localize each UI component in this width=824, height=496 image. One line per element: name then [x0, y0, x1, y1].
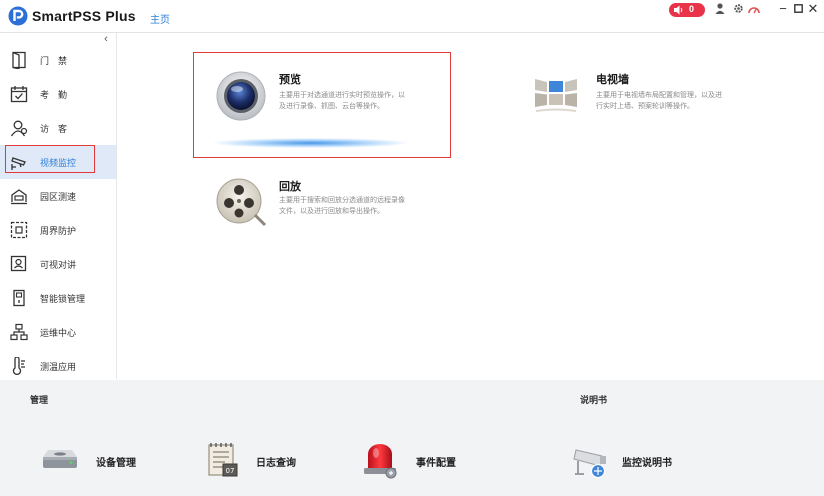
- sidebar-item-label: 访 客: [40, 124, 68, 134]
- visitor-icon: [10, 120, 28, 137]
- calendar-check-icon: [10, 86, 28, 103]
- sidebar-item-ops-center[interactable]: 运维中心: [0, 315, 116, 349]
- minimize-button[interactable]: −: [776, 1, 790, 17]
- sidebar-item-temperature[interactable]: 测温应用: [0, 349, 116, 383]
- smartpss-window: SmartPSS Plus 主页 0 − ✕ ‹ 门 禁 考 勤 访 客 视频监…: [0, 0, 824, 496]
- network-topology-icon: [10, 323, 28, 341]
- bottom-panel: 管理 说明书 设备管理 07 日志查询 事件配置 监控说明书: [0, 380, 824, 496]
- monitoring-manual-button[interactable]: 监控说明书: [572, 440, 702, 480]
- preview-card[interactable]: 预览 主要用于对选通道进行实时预览操作，以 及进行录像、抓图、云台等操作。: [210, 62, 445, 142]
- card-description-line2: 及进行录像、抓图、云台等操作。: [279, 103, 384, 110]
- sidebar-item-label: 门 禁: [40, 56, 68, 66]
- card-title: 预览: [279, 74, 301, 86]
- smartpss-logo-icon: [8, 6, 28, 26]
- manage-section-title: 管理: [30, 395, 49, 405]
- card-title: 电视墙: [596, 74, 629, 86]
- card-description-line1: 主要用于搜索和回放分选通道的远程录像: [279, 197, 405, 204]
- sidebar-highlight-frame: [5, 145, 95, 173]
- tv-wall-icon: [535, 79, 577, 112]
- card-description-line2: 行实时上墙、预案轮训等操作。: [596, 103, 694, 110]
- sidebar-item-label: 测温应用: [40, 362, 77, 372]
- sidebar-item-label: 智能锁管理: [40, 294, 86, 304]
- card-title: 回放: [279, 181, 301, 193]
- user-icon[interactable]: [713, 2, 727, 18]
- door-icon: [12, 51, 26, 69]
- title-bar: SmartPSS Plus 主页 0 − ✕: [0, 0, 824, 33]
- sidebar-item-attendance[interactable]: 考 勤: [0, 77, 116, 111]
- preview-lens-icon: [216, 71, 266, 121]
- device-management-button[interactable]: 设备管理: [40, 440, 150, 480]
- sidebar-item-label: 周界防护: [40, 226, 77, 236]
- playback-card[interactable]: 回放 主要用于搜索和回放分选通道的远程录像 文件，以及进行回放和导出操作。: [210, 170, 445, 230]
- sidebar-item-perimeter[interactable]: 周界防护: [0, 213, 116, 247]
- sidebar: ‹ 门 禁 考 勤 访 客 视频监控 园区测速 周界防护 可视对讲 智能锁管理 …: [0, 33, 117, 379]
- tv-wall-card[interactable]: 电视墙 主要用于电视墙布局配置和管理，以及进 行实时上墙、预案轮训等操作。: [530, 62, 755, 142]
- tool-label: 日志查询: [256, 458, 296, 469]
- smart-lock-icon: [13, 289, 25, 307]
- sidebar-item-label: 园区测速: [40, 192, 77, 202]
- perimeter-fence-icon: [10, 221, 28, 239]
- sidebar-item-visitor[interactable]: 访 客: [0, 111, 116, 145]
- film-reel-icon: [216, 178, 267, 227]
- log-document-icon: 07: [208, 443, 238, 477]
- tool-label: 事件配置: [416, 458, 456, 469]
- gear-icon[interactable]: [731, 2, 745, 18]
- tool-label: 设备管理: [96, 458, 136, 469]
- card-description-line1: 主要用于对选通道进行实时预览操作，以: [279, 92, 405, 99]
- svg-text:07: 07: [226, 467, 235, 475]
- sidebar-item-video-intercom[interactable]: 可视对讲: [0, 247, 116, 281]
- sidebar-item-label: 考 勤: [40, 90, 68, 100]
- log-query-button[interactable]: 07 日志查询: [205, 440, 315, 480]
- close-button[interactable]: ✕: [806, 1, 820, 17]
- app-title: SmartPSS Plus: [32, 8, 136, 24]
- sidebar-item-smart-lock[interactable]: 智能锁管理: [0, 281, 116, 315]
- manual-section-title: 说明书: [580, 395, 608, 405]
- thermometer-icon: [12, 357, 25, 375]
- sidebar-item-access-control[interactable]: 门 禁: [0, 43, 116, 77]
- tab-home[interactable]: 主页: [150, 11, 170, 26]
- sidebar-item-label: 可视对讲: [40, 260, 77, 270]
- speed-camera-icon: [11, 189, 27, 205]
- alarm-counter-button[interactable]: 0: [669, 3, 705, 17]
- device-box-icon: [43, 450, 77, 468]
- sidebar-item-label: 运维中心: [40, 328, 77, 338]
- sidebar-item-park-speed[interactable]: 园区测速: [0, 179, 116, 213]
- card-description-line1: 主要用于电视墙布局配置和管理，以及进: [596, 92, 722, 99]
- maximize-button[interactable]: [791, 1, 805, 17]
- alarm-count: 0: [689, 4, 695, 14]
- card-description-line2: 文件，以及进行回放和导出操作。: [279, 208, 384, 215]
- tool-label: 监控说明书: [622, 458, 672, 469]
- intercom-icon: [10, 255, 27, 272]
- event-config-button[interactable]: 事件配置: [360, 440, 470, 480]
- performance-gauge-icon[interactable]: [747, 2, 761, 18]
- alarm-siren-icon: [364, 444, 397, 479]
- camera-manual-icon: [573, 449, 606, 479]
- speaker-icon: [674, 5, 683, 15]
